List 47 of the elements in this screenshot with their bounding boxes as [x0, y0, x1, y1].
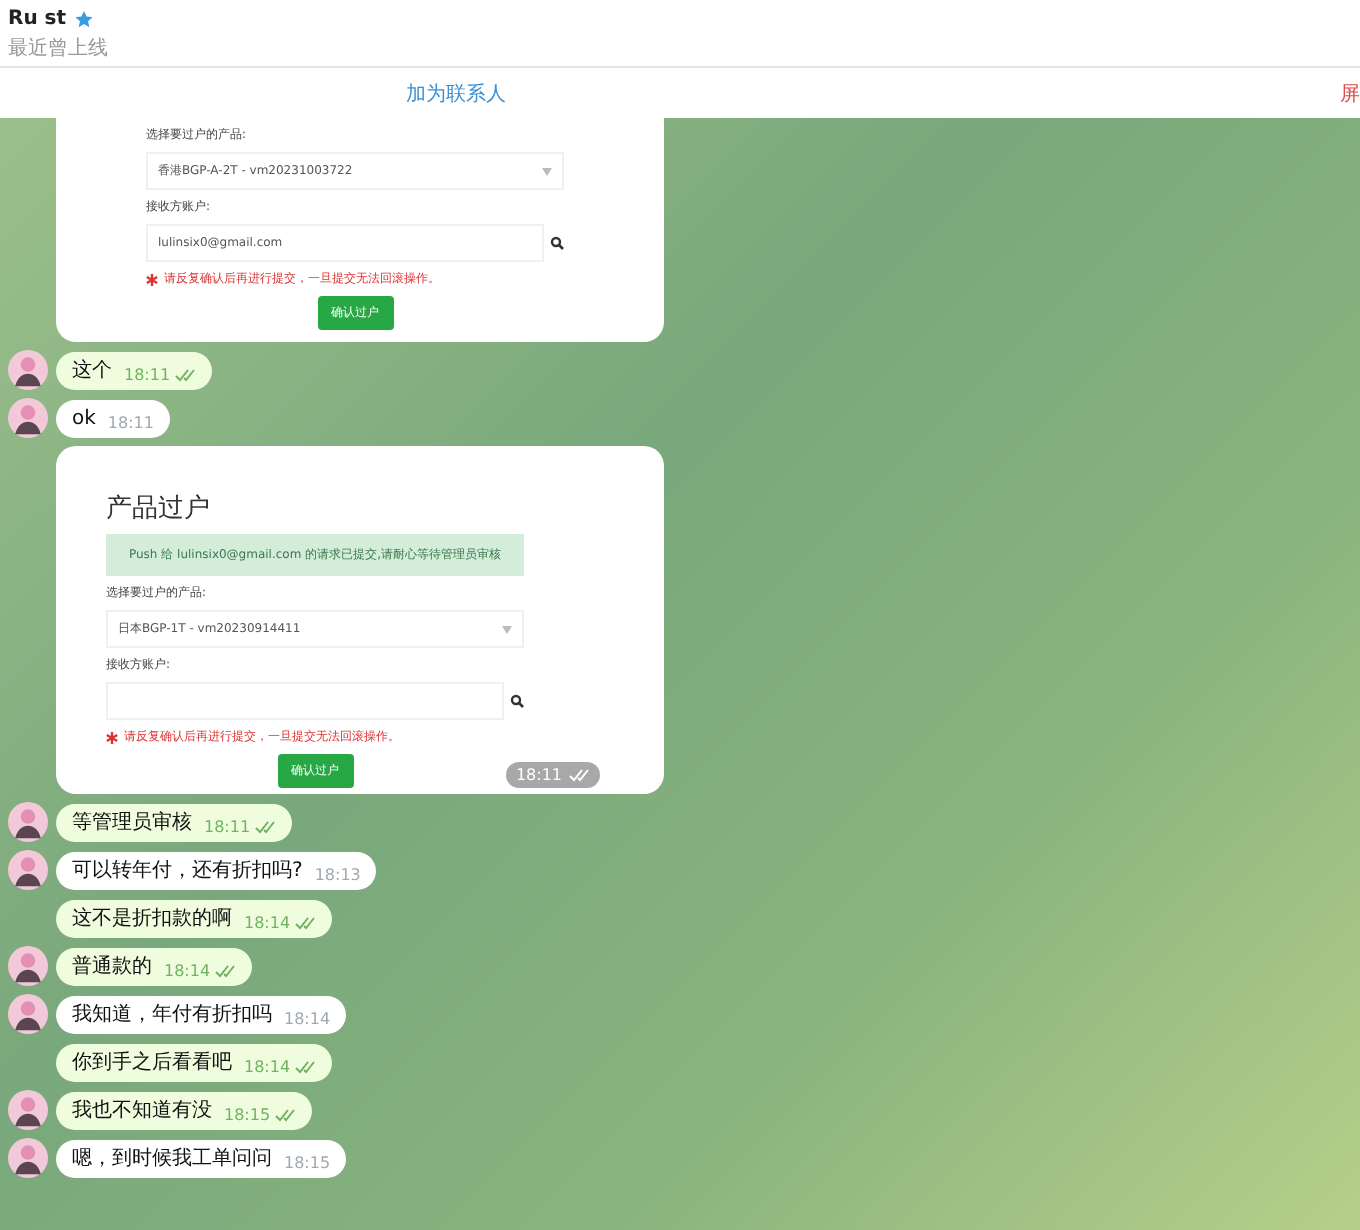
message-text: 可以转年付，还有折扣吗? [72, 860, 303, 884]
message-text: 我也不知道有没 [72, 1100, 212, 1124]
read-checks-icon [174, 368, 197, 382]
contact-name: Ru st [8, 8, 67, 30]
message-time: 18:11 [204, 818, 251, 836]
read-checks-icon [214, 964, 237, 978]
avatar-icon[interactable] [6, 1090, 50, 1130]
message-text: 这个 [72, 360, 112, 384]
avatar-icon[interactable] [6, 802, 50, 842]
message-time: 18:13 [314, 866, 361, 884]
message-text: 嗯，到时候我工单问问 [72, 1148, 272, 1172]
message-time: 18:14 [164, 962, 211, 980]
search-icon [550, 236, 564, 250]
message-text: 你到手之后看看吧 [72, 1052, 232, 1076]
message-text: 我知道，年付有折扣吗 [72, 1004, 272, 1028]
message-time: 18:15 [224, 1106, 271, 1124]
add-contact-button[interactable]: 加为联系人 [406, 75, 506, 111]
message-text: 普通款的 [72, 956, 152, 980]
message-time: 18:14 [244, 1058, 291, 1076]
avatar-icon[interactable] [6, 994, 50, 1034]
time-badge: 18:11 [505, 762, 600, 788]
message-time: 18:15 [284, 1154, 331, 1172]
avatar-icon[interactable] [6, 946, 50, 986]
message-time: 18:11 [124, 366, 171, 384]
message-text: 这不是折扣款的啊 [72, 908, 232, 932]
avatar-icon[interactable] [6, 1138, 50, 1178]
block-button[interactable]: 屏 [1340, 75, 1360, 111]
last-seen-status: 最近曾上线 [8, 35, 110, 62]
message-text: ok [72, 408, 96, 432]
form-title: 产品过户 [106, 492, 212, 526]
caret-icon [502, 625, 512, 633]
read-checks-icon [294, 916, 317, 930]
message-time: 18:14 [244, 914, 291, 932]
read-checks-icon [274, 1108, 297, 1122]
read-checks-icon [294, 1060, 317, 1074]
caret-icon [542, 167, 552, 175]
avatar-icon[interactable] [6, 398, 50, 438]
search-icon [510, 694, 524, 708]
asterisk-icon [106, 731, 118, 743]
message-time: 18:14 [284, 1010, 331, 1028]
read-checks-icon [254, 820, 277, 834]
avatar-icon[interactable] [6, 350, 50, 390]
asterisk-icon [146, 273, 158, 285]
message-text: 等管理员审核 [72, 812, 192, 836]
message-time: 18:11 [107, 414, 154, 432]
read-checks-icon [568, 768, 590, 782]
avatar-icon[interactable] [6, 850, 50, 890]
